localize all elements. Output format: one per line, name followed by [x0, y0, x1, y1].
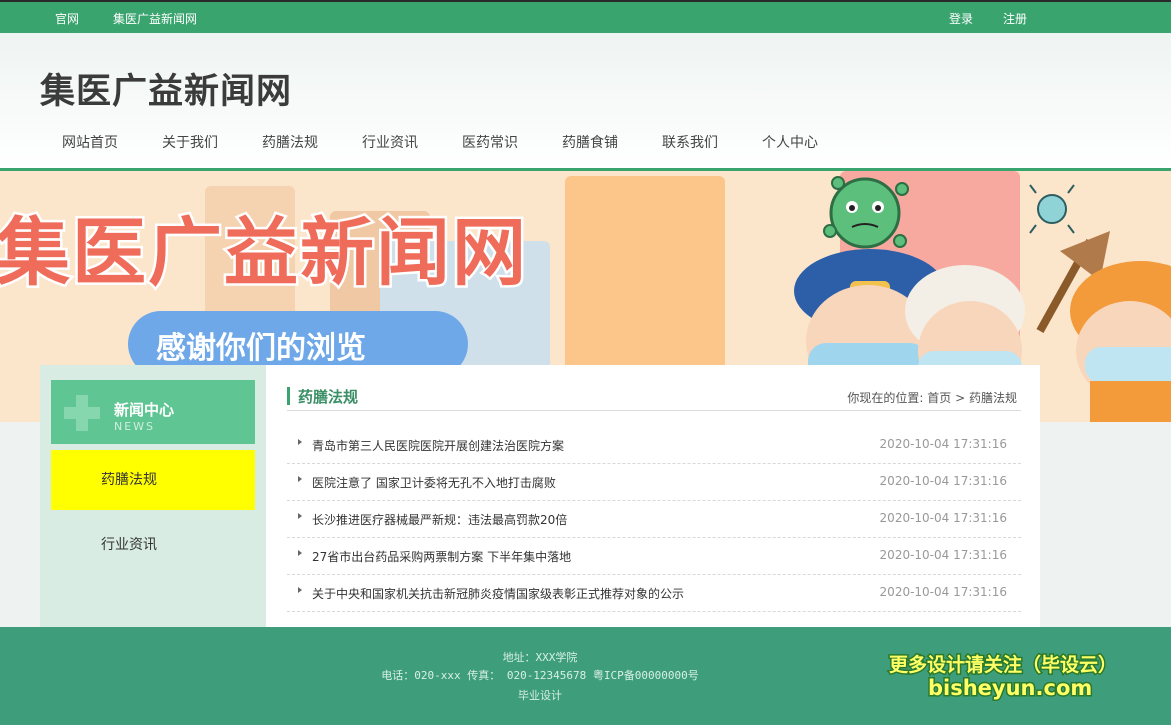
- breadcrumb-home[interactable]: 首页: [927, 391, 951, 405]
- nav-regulations[interactable]: 药膳法规: [262, 132, 318, 152]
- news-center-title: 新闻中心: [114, 401, 175, 419]
- article-title[interactable]: 长沙推进医疗器械最严新规：违法最高罚款20倍: [312, 511, 567, 528]
- bullet-arrow-icon: [298, 439, 302, 445]
- site-title[interactable]: 集医广益新闻网: [40, 63, 292, 114]
- link-official-site[interactable]: 官网: [55, 10, 79, 27]
- bullet-arrow-icon: [298, 476, 302, 482]
- sidebar-item-regulations[interactable]: 药膳法规: [51, 450, 255, 510]
- nav-knowledge[interactable]: 医药常识: [462, 132, 518, 152]
- virus-icon: [1029, 184, 1075, 234]
- section-title: 药膳法规: [298, 388, 359, 406]
- virus-icon: [823, 176, 909, 249]
- nav-home[interactable]: 网站首页: [62, 132, 118, 152]
- article-row[interactable]: 青岛市第三人民医院医院开展创建法治医院方案 2020-10-04 17:31:1…: [287, 427, 1021, 464]
- promo-text: 更多设计请关注（毕设云）: [887, 653, 1118, 678]
- top-bar: 官网 集医广益新闻网 登录 注册: [0, 0, 1171, 33]
- breadcrumb-prefix: 你现在的位置:: [847, 391, 924, 405]
- nav-contact[interactable]: 联系我们: [662, 132, 718, 152]
- article-date: 2020-10-04 17:31:16: [879, 548, 1007, 562]
- article-date: 2020-10-04 17:31:16: [879, 437, 1007, 451]
- article-title[interactable]: 27省市出台药品采购两票制方案 下半年集中落地: [312, 548, 571, 565]
- nav-shop[interactable]: 药膳食铺: [562, 132, 618, 152]
- article-title[interactable]: 医院注意了 国家卫计委将无孔不入地打击腐败: [312, 474, 556, 491]
- link-news-site[interactable]: 集医广益新闻网: [113, 10, 197, 27]
- article-row[interactable]: 27省市出台药品采购两票制方案 下半年集中落地 2020-10-04 17:31…: [287, 538, 1021, 575]
- nav-industry[interactable]: 行业资讯: [362, 132, 418, 152]
- article-title[interactable]: 关于中央和国家机关抗击新冠肺炎疫情国家级表彰正式推荐对象的公示: [312, 585, 684, 602]
- bullet-arrow-icon: [298, 587, 302, 593]
- nav-about[interactable]: 关于我们: [162, 132, 218, 152]
- character-cleaner: [1070, 261, 1171, 422]
- register-link[interactable]: 注册: [1003, 10, 1027, 27]
- login-link[interactable]: 登录: [949, 10, 973, 27]
- promo-url: bisheyun.com: [926, 675, 1093, 702]
- section-divider: [287, 410, 1021, 411]
- article-date: 2020-10-04 17:31:16: [879, 585, 1007, 599]
- medical-cross-icon: [64, 407, 100, 419]
- article-row[interactable]: 长沙推进医疗器械最严新规：违法最高罚款20倍 2020-10-04 17:31:…: [287, 501, 1021, 538]
- breadcrumb-current[interactable]: 药膳法规: [969, 391, 1017, 405]
- bullet-arrow-icon: [298, 550, 302, 556]
- article-row[interactable]: 医院注意了 国家卫计委将无孔不入地打击腐败 2020-10-04 17:31:1…: [287, 464, 1021, 501]
- site-header: 集医广益新闻网 网站首页 关于我们 药膳法规 行业资讯 医药常识 药膳食铺 联系…: [0, 33, 1171, 168]
- breadcrumb: 你现在的位置: 首页 > 药膳法规: [847, 389, 1017, 406]
- breadcrumb-separator: >: [955, 391, 966, 405]
- article-date: 2020-10-04 17:31:16: [879, 511, 1007, 525]
- news-center-subtitle: NEWS: [114, 420, 156, 433]
- article-row[interactable]: 关于中央和国家机关抗击新冠肺炎疫情国家级表彰正式推荐对象的公示 2020-10-…: [287, 575, 1021, 612]
- sidebar-item-industry[interactable]: 行业资讯: [51, 515, 255, 575]
- section-title-marker: [287, 387, 290, 405]
- article-date: 2020-10-04 17:31:16: [879, 474, 1007, 488]
- bullet-arrow-icon: [298, 513, 302, 519]
- footer-note: 毕业设计: [518, 689, 562, 702]
- article-title[interactable]: 青岛市第三人民医院医院开展创建法治医院方案: [312, 437, 564, 454]
- nav-profile[interactable]: 个人中心: [762, 132, 818, 152]
